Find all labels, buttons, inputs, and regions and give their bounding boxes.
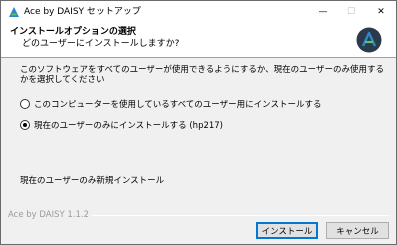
option-current-user-label: 現在のユーザーのみにインストールする (hp217) [34,121,224,131]
radio-current-user[interactable] [20,120,30,130]
maximize-button[interactable]: ☐ [337,1,365,23]
install-button[interactable]: インストール [256,222,318,239]
radio-all-users[interactable] [20,99,30,109]
minimize-button[interactable]: — [309,1,337,23]
close-button[interactable]: ✕ [367,1,395,23]
ace-app-icon [9,7,19,17]
install-status-text: 現在のユーザーのみ新規インストール [20,176,165,186]
page-subtitle: どのユーザーにインストールしますか? [22,39,180,49]
close-icon: ✕ [377,7,385,17]
option-all-users-label: このコンピューターを使用しているすべてのユーザー用にインストールする [34,100,322,110]
brand-text: Ace by DAISY 1.1.2 [8,210,93,220]
maximize-icon: ☐ [346,7,356,17]
description-text: このソフトウェアをすべてのユーザーが使用できるようにするか、現在のユーザーのみ使… [20,65,384,85]
page-title: インストールオプションの選択 [10,27,136,37]
minimize-icon: — [318,7,328,17]
wizard-header: インストールオプションの選択 どのユーザーにインストールしますか? [1,23,396,58]
setup-window: Ace by DAISY セットアップ — ☐ ✕ インストールオプションの選択… [0,0,397,245]
option-current-user[interactable]: 現在のユーザーのみにインストールする (hp217) [20,119,223,131]
footer-divider [81,215,389,216]
option-all-users[interactable]: このコンピューターを使用しているすべてのユーザー用にインストールする [20,98,321,110]
window-title: Ace by DAISY セットアップ [24,7,141,17]
title-bar[interactable]: Ace by DAISY セットアップ — ☐ ✕ [1,1,396,23]
ace-logo-icon [356,27,382,53]
cancel-button[interactable]: キャンセル [326,222,389,239]
